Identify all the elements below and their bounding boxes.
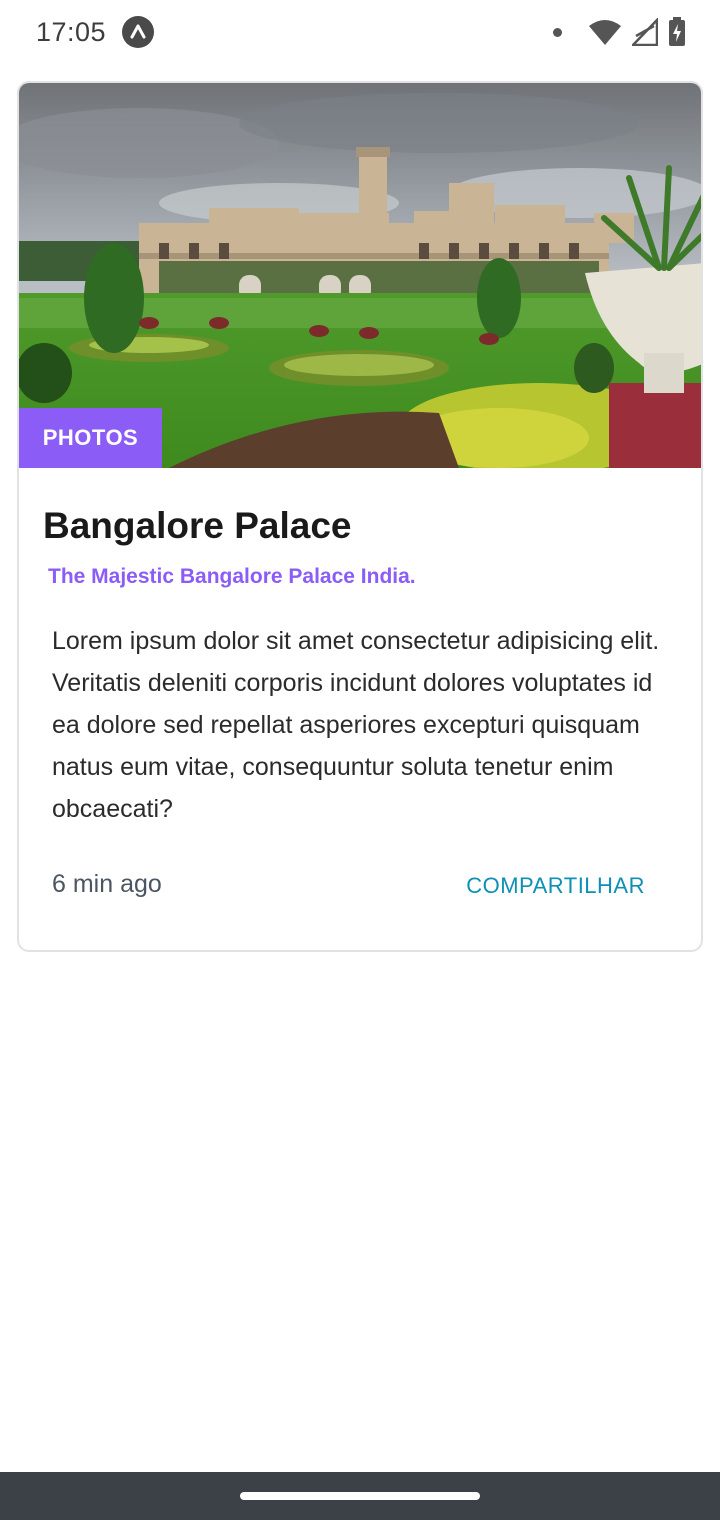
card-body: Lorem ipsum dolor sit amet consectetur a…: [52, 627, 660, 823]
status-time: 17:05: [36, 16, 107, 47]
home-handle[interactable]: [240, 1492, 480, 1500]
notification-dot-icon: [553, 27, 562, 37]
status-right: [553, 17, 686, 47]
wifi-icon: [589, 20, 621, 45]
photos-tag: PHOTOS: [19, 408, 162, 468]
card-title: Bangalore Palace: [43, 505, 352, 546]
navigation-bar: [0, 1472, 720, 1520]
bangalore-palace-photo: PHOTOS: [19, 83, 701, 468]
signal-icon: [632, 18, 658, 46]
status-left: 17:05: [36, 16, 155, 48]
arrow-up-icon: [122, 16, 155, 48]
article-card[interactable]: PHOTOS Bangalore Palace The Majestic Ban…: [17, 81, 703, 952]
time-ago: 6 min ago: [52, 870, 162, 898]
share-button[interactable]: COMPARTILHAR: [466, 873, 645, 899]
battery-icon: [669, 17, 685, 46]
status-bar: 17:05: [0, 0, 720, 64]
card-subtitle: The Majestic Bangalore Palace India.: [48, 565, 416, 588]
